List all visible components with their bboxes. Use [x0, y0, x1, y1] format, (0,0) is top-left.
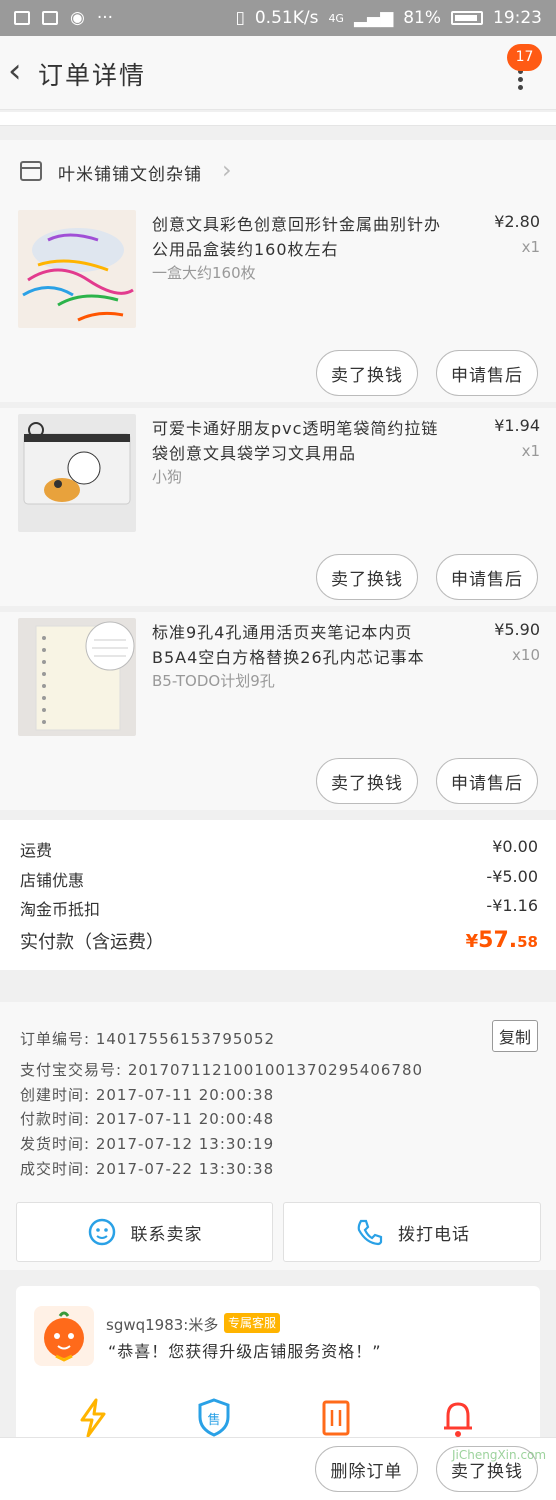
discount-label: 店铺优惠 [20, 871, 85, 890]
item-price: ¥2.80 [494, 212, 540, 231]
item-qty: x1 [521, 442, 540, 460]
ticket-icon[interactable] [318, 1398, 354, 1438]
sell-button[interactable]: 卖了换钱 [316, 758, 418, 804]
item-qty: x10 [512, 646, 540, 664]
service-message: “恭喜！您获得升级店铺服务资格！” [108, 1342, 382, 1361]
shop-icon [20, 161, 42, 181]
product-image-pencil-bag[interactable] [18, 414, 136, 532]
shield-after-sale-icon[interactable]: 售 [196, 1398, 232, 1438]
total-row: 实付款（含运费） ¥57.58 [20, 928, 538, 954]
vibrate-icon: ▯ [235, 8, 245, 28]
coin-row: 淘金币抵扣 -¥1.16 [20, 896, 538, 920]
shipping-row: 运费 ¥0.00 [20, 837, 538, 861]
coin-value: -¥1.16 [486, 896, 538, 915]
sell-button[interactable]: 卖了换钱 [316, 554, 418, 600]
signal-icon: ▂▄▆ [353, 8, 394, 28]
shop-name[interactable]: 叶米铺铺文创杂铺 [58, 160, 202, 185]
item-price: ¥1.94 [494, 416, 540, 435]
watermark: JiChengXin.com [452, 1448, 547, 1462]
after-sale-button[interactable]: 申请售后 [436, 350, 538, 396]
after-sale-button[interactable]: 申请售后 [436, 758, 538, 804]
alipay-number: 支付宝交易号: 2017071121001001370295406780 [20, 1061, 424, 1079]
order-item[interactable]: 可爱卡通好朋友pvc透明笔袋简约拉链袋创意文具袋学习文具用品 小狗 ¥1.94 … [0, 408, 556, 606]
page-title: 订单详情 [38, 61, 147, 90]
network-type: 4G [328, 11, 344, 25]
notification-icon [14, 11, 30, 25]
after-sale-button[interactable]: 申请售后 [436, 554, 538, 600]
item-sku: 小狗 [152, 468, 183, 486]
lightning-icon[interactable] [76, 1398, 112, 1438]
battery-icon [451, 11, 483, 25]
shipped-time: 发货时间: 2017-07-12 13:30:19 [20, 1135, 275, 1153]
back-icon[interactable]: ‹ [8, 54, 32, 90]
item-title: 创意文具彩色创意回形针金属曲别针办公用品盒装约160枚左右 [152, 215, 442, 259]
call-phone-button[interactable]: 拨打电话 [283, 1202, 541, 1262]
coin-label: 淘金币抵扣 [20, 900, 101, 919]
bell-icon[interactable] [440, 1398, 476, 1438]
item-sku: B5-TODO计划9孔 [152, 672, 275, 690]
discount-value: -¥5.00 [486, 867, 538, 886]
item-qty: x1 [521, 238, 540, 256]
product-image-notebook[interactable] [18, 618, 136, 736]
delete-order-button[interactable]: 删除订单 [315, 1446, 418, 1492]
created-time: 创建时间: 2017-07-11 20:00:38 [20, 1086, 275, 1104]
item-price: ¥5.90 [494, 620, 540, 639]
more-dots-icon: ··· [96, 8, 114, 28]
total-currency: ¥ [465, 931, 479, 952]
image-icon [42, 11, 58, 25]
order-number: 订单编号: 14017556153795052 [20, 1030, 276, 1048]
total-decimal: 58 [517, 933, 538, 951]
chat-icon [88, 1218, 115, 1246]
completed-time: 成交时间: 2017-07-22 13:30:38 [20, 1160, 275, 1178]
phone-icon [357, 1219, 383, 1246]
contact-seller-label: 联系卖家 [130, 1224, 203, 1245]
call-phone-label: 拨打电话 [398, 1224, 470, 1245]
total-label: 实付款（含运费） [20, 932, 164, 953]
app-header: ‹ 订单详情 [0, 36, 556, 110]
paid-time: 付款时间: 2017-07-11 20:00:48 [20, 1110, 275, 1128]
service-agent-name: sgwq1983:米多 [106, 1316, 219, 1334]
total-value: ¥57.58 [466, 928, 538, 954]
item-title: 可爱卡通好朋友pvc透明笔袋简约拉链袋创意文具袋学习文具用品 [152, 419, 439, 463]
copy-button[interactable]: 复制 [492, 1020, 538, 1052]
shipping-value: ¥0.00 [492, 837, 538, 856]
chevron-right-icon: › [222, 156, 232, 184]
record-icon: ◉ [70, 8, 85, 28]
battery-percent: 81% [403, 8, 441, 28]
item-sku: 一盒大约160枚 [152, 264, 256, 282]
product-image-paperclips[interactable] [18, 210, 136, 328]
svg-text:售: 售 [207, 1412, 220, 1428]
exclusive-service-tag: 专属客服 [224, 1313, 281, 1333]
status-bar: ◉ ··· ▯ 0.51K/s 4G ▂▄▆ 81% 19:23 [0, 0, 556, 36]
clock: 19:23 [493, 8, 542, 28]
item-title: 标准9孔4孔通用活页夹笔记本内页B5A4空白方格替换26孔内芯记事本 [152, 623, 425, 667]
network-speed: 0.51K/s [254, 8, 319, 28]
service-avatar [34, 1306, 94, 1366]
shipping-label: 运费 [20, 841, 53, 860]
message-badge: 17 [507, 44, 542, 71]
order-item[interactable]: 标准9孔4孔通用活页夹笔记本内页B5A4空白方格替换26孔内芯记事本 B5-TO… [0, 612, 556, 810]
sell-button[interactable]: 卖了换钱 [316, 350, 418, 396]
total-integer: 57. [478, 928, 518, 953]
contact-seller-button[interactable]: 联系卖家 [16, 1202, 273, 1262]
discount-row: 店铺优惠 -¥5.00 [20, 867, 538, 891]
divider [0, 112, 556, 126]
order-item[interactable]: 创意文具彩色创意回形针金属曲别针办公用品盒装约160枚左右 一盒大约160枚 ¥… [0, 204, 556, 402]
